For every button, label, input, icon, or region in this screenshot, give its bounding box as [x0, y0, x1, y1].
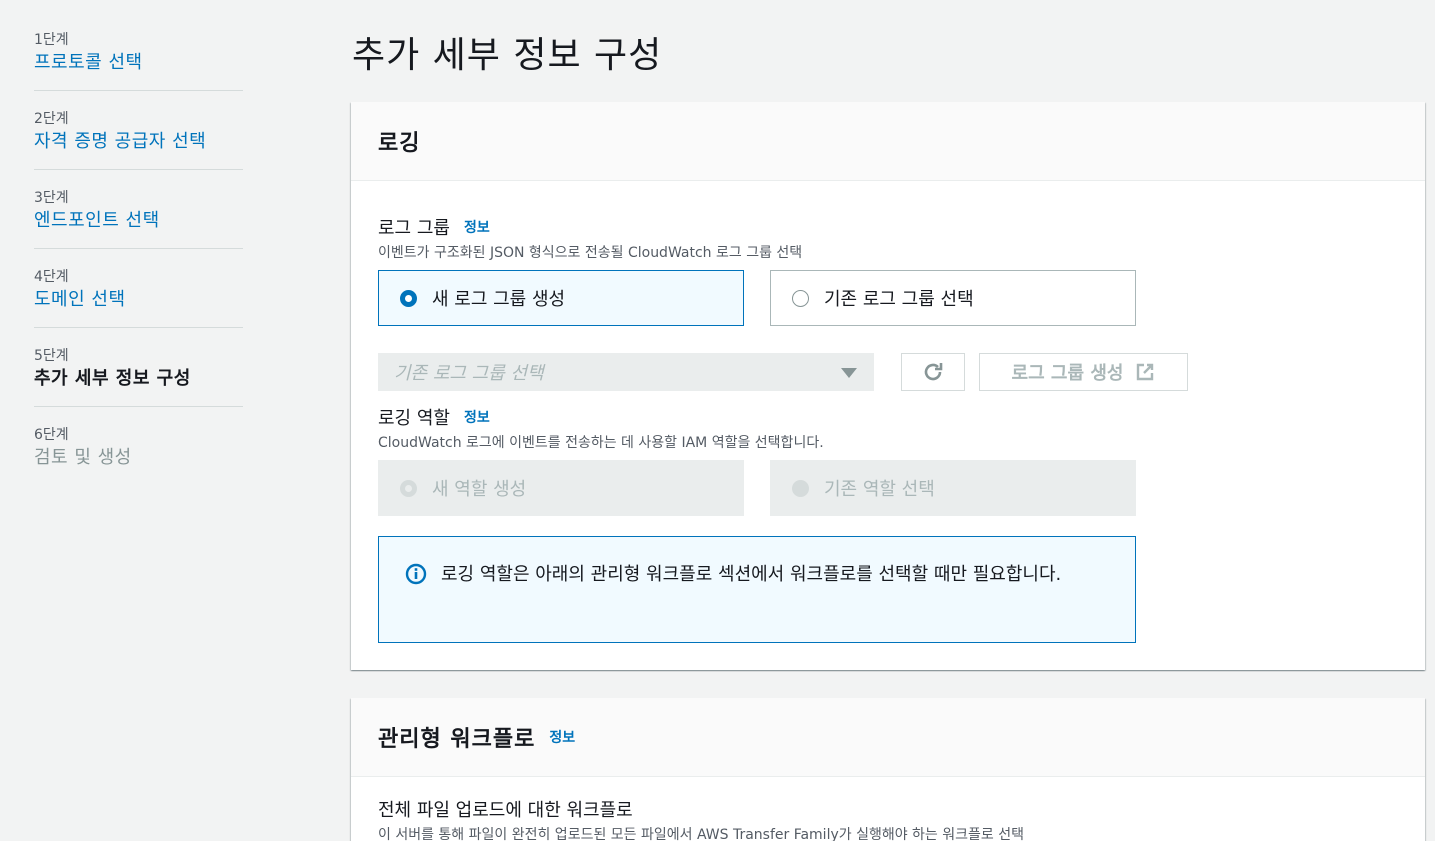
step-number: 4단계 [34, 269, 69, 285]
info-icon [405, 563, 427, 585]
page-title: 추가 세부 정보 구성 [352, 35, 663, 76]
full-upload-workflow-description: 이 서버를 통해 파일이 완전히 업로드된 모든 파일에서 AWS Transf… [378, 827, 1024, 841]
logging-role-label: 로깅 역할 [378, 408, 450, 429]
log-group-select: 기존 로그 그룹 선택 [378, 353, 874, 391]
log-group-info-link[interactable]: 정보 [464, 217, 490, 237]
create-log-group-button[interactable]: 로그 그룹 생성 [979, 353, 1188, 391]
caret-down-icon [841, 368, 857, 378]
logging-role-info-link[interactable]: 정보 [464, 407, 490, 427]
wizard-step-6: 6단계 검토 및 생성 [34, 425, 243, 485]
external-link-icon [1137, 363, 1154, 381]
existing-log-group-tile[interactable]: 기존 로그 그룹 선택 [770, 270, 1136, 326]
info-alert: 로깅 역할은 아래의 관리형 워크플로 섹션에서 워크플로를 선택할 때만 필요… [378, 536, 1136, 643]
log-group-label: 로그 그룹 [378, 218, 450, 239]
radio-disabled-checked-icon [400, 479, 417, 497]
wizard-step-4: 4단계 도메인 선택 [34, 267, 243, 328]
step-number: 1단계 [34, 32, 69, 48]
radio-checked-icon[interactable] [400, 289, 417, 307]
existing-role-label: 기존 역할 선택 [824, 479, 935, 500]
log-group-select-placeholder: 기존 로그 그룹 선택 [394, 363, 544, 384]
log-group-description: 이벤트가 구조화된 JSON 형식으로 전송될 CloudWatch 로그 그룹… [378, 245, 803, 261]
step-link-protocol[interactable]: 프로토콜 선택 [34, 50, 243, 76]
logging-panel-header: 로깅 [351, 102, 1425, 181]
new-log-group-tile[interactable]: 새 로그 그룹 생성 [378, 270, 744, 326]
radio-disabled-icon [792, 479, 809, 497]
step-number: 5단계 [34, 348, 69, 364]
new-role-tile: 새 역할 생성 [378, 460, 744, 516]
existing-log-group-label: 기존 로그 그룹 선택 [824, 289, 974, 310]
wizard-step-1: 1단계 프로토콜 선택 [34, 30, 243, 91]
step-review-create: 검토 및 생성 [34, 447, 132, 468]
existing-role-tile: 기존 역할 선택 [770, 460, 1136, 516]
log-group-label-row: 로그 그룹 정보 [378, 214, 490, 240]
workflow-panel-title: 관리형 워크플로 [378, 727, 536, 752]
info-alert-text: 로깅 역할은 아래의 관리형 워크플로 섹션에서 워크플로를 선택할 때만 필요… [441, 564, 1062, 585]
wizard-step-2: 2단계 자격 증명 공급자 선택 [34, 109, 243, 170]
logging-panel: 로깅 로그 그룹 정보 이벤트가 구조화된 JSON 형식으로 전송될 Clou… [351, 102, 1425, 670]
wizard-step-5: 5단계 추가 세부 정보 구성 [34, 346, 243, 407]
logging-role-description: CloudWatch 로그에 이벤트를 전송하는 데 사용할 IAM 역할을 선… [378, 435, 824, 451]
logging-panel-title: 로깅 [378, 131, 421, 156]
logging-role-label-row: 로깅 역할 정보 [378, 404, 490, 430]
refresh-icon [924, 363, 943, 381]
step-link-domain[interactable]: 도메인 선택 [34, 287, 243, 313]
workflow-panel-header: 관리형 워크플로 정보 [351, 698, 1425, 777]
step-number: 3단계 [34, 190, 69, 206]
wizard-steps-nav: 1단계 프로토콜 선택 2단계 자격 증명 공급자 선택 3단계 엔드포인트 선… [34, 30, 243, 503]
workflow-info-link[interactable]: 정보 [549, 727, 575, 747]
wizard-step-3: 3단계 엔드포인트 선택 [34, 188, 243, 249]
refresh-button[interactable] [901, 353, 965, 391]
step-number: 2단계 [34, 111, 69, 127]
step-link-identity-provider[interactable]: 자격 증명 공급자 선택 [34, 129, 243, 155]
step-number: 6단계 [34, 427, 69, 443]
step-link-endpoint[interactable]: 엔드포인트 선택 [34, 208, 243, 234]
new-role-label: 새 역할 생성 [432, 479, 527, 500]
create-log-group-label: 로그 그룹 생성 [1011, 363, 1124, 384]
radio-unchecked-icon[interactable] [792, 289, 809, 307]
new-log-group-label: 새 로그 그룹 생성 [432, 289, 566, 310]
step-current-details: 추가 세부 정보 구성 [34, 368, 191, 389]
managed-workflow-panel: 관리형 워크플로 정보 전체 파일 업로드에 대한 워크플로 이 서버를 통해 … [351, 698, 1425, 841]
full-upload-workflow-label: 전체 파일 업로드에 대한 워크플로 [378, 800, 633, 821]
